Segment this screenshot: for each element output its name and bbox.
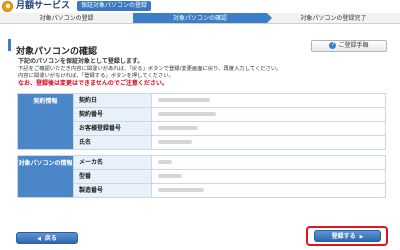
step-register: 対象パソコンの登録 xyxy=(39,15,94,22)
model-label: 型番 xyxy=(73,169,152,184)
register-button-label: 登録する xyxy=(331,233,356,240)
table-row: 契約番号 xyxy=(18,107,386,122)
registration-help-button[interactable]: ? ご登録手順 xyxy=(311,40,387,52)
contract-number-label: 契約番号 xyxy=(73,107,152,122)
instruction-line-1: 下記をご確認いただき内容に間違いがあれば、「戻る」ボタンで登録/変更画面に戻り、… xyxy=(18,66,282,72)
customer-number-label: お客様登録番号 xyxy=(73,121,152,136)
contract-number-value xyxy=(151,107,386,122)
warning-message: なお、登録後は変更はできませんのでご注意ください。 xyxy=(18,80,168,87)
back-button-label: 戻る xyxy=(44,235,57,242)
app-title: 月額サービス xyxy=(16,1,71,11)
table-row: 型番 xyxy=(18,169,386,184)
help-button-label: ご登録手順 xyxy=(338,42,369,49)
step-confirm: 対象パソコンの確認 xyxy=(133,13,272,23)
app-header: 月額サービス 保証対象パソコンの登録 xyxy=(0,0,400,12)
confirmation-table: 契約情報 契約日 契約番号 お客様登録番号 氏名 対象パソコンの情報 メーカ名 … xyxy=(17,93,386,198)
arrow-left-icon: ◀ xyxy=(37,236,41,242)
customer-number-value xyxy=(151,121,386,136)
table-row: 製造番号 xyxy=(18,183,386,198)
flow-label: 保証対象パソコンの登録 xyxy=(77,1,152,11)
table-row: 対象パソコンの情報 メーカ名 xyxy=(17,155,386,198)
instruction-line-2: 内容に間違いがなければ、「登録する」ボタンを押してください。 xyxy=(18,73,174,79)
table-row: 氏名 xyxy=(18,135,386,150)
contract-info-heading: 契約情報 xyxy=(17,93,74,150)
table-row: お客様登録番号 xyxy=(18,121,386,136)
serial-value xyxy=(151,183,386,198)
arrow-right-icon: ▶ xyxy=(359,234,364,240)
name-value xyxy=(151,135,386,150)
step-progress-bar: 対象パソコンの登録 対象パソコンの確認 対象パソコンの登録完了 xyxy=(0,13,400,24)
contract-date-label: 契約日 xyxy=(73,93,152,108)
back-button[interactable]: ◀ 戻る xyxy=(16,232,78,244)
table-row: 契約情報 契約日 xyxy=(17,93,386,150)
maker-value xyxy=(151,155,386,170)
contract-date-value xyxy=(151,93,386,108)
register-button[interactable]: 登録する ▶ xyxy=(314,230,381,242)
model-value xyxy=(151,169,386,184)
page-title-block: 対象パソコンの確認 xyxy=(8,39,97,57)
question-icon: ? xyxy=(329,42,337,49)
page-title: 対象パソコンの確認 xyxy=(16,47,98,57)
maker-label: メーカ名 xyxy=(73,155,152,170)
lead-message: 下記のパソコンを保証対象として登録します。 xyxy=(18,58,144,65)
name-label: 氏名 xyxy=(73,135,152,150)
service-logo-icon xyxy=(2,1,13,12)
step-complete: 対象パソコンの登録完了 xyxy=(300,15,367,22)
pc-info-heading: 対象パソコンの情報 xyxy=(17,155,74,198)
serial-label: 製造番号 xyxy=(73,183,152,198)
